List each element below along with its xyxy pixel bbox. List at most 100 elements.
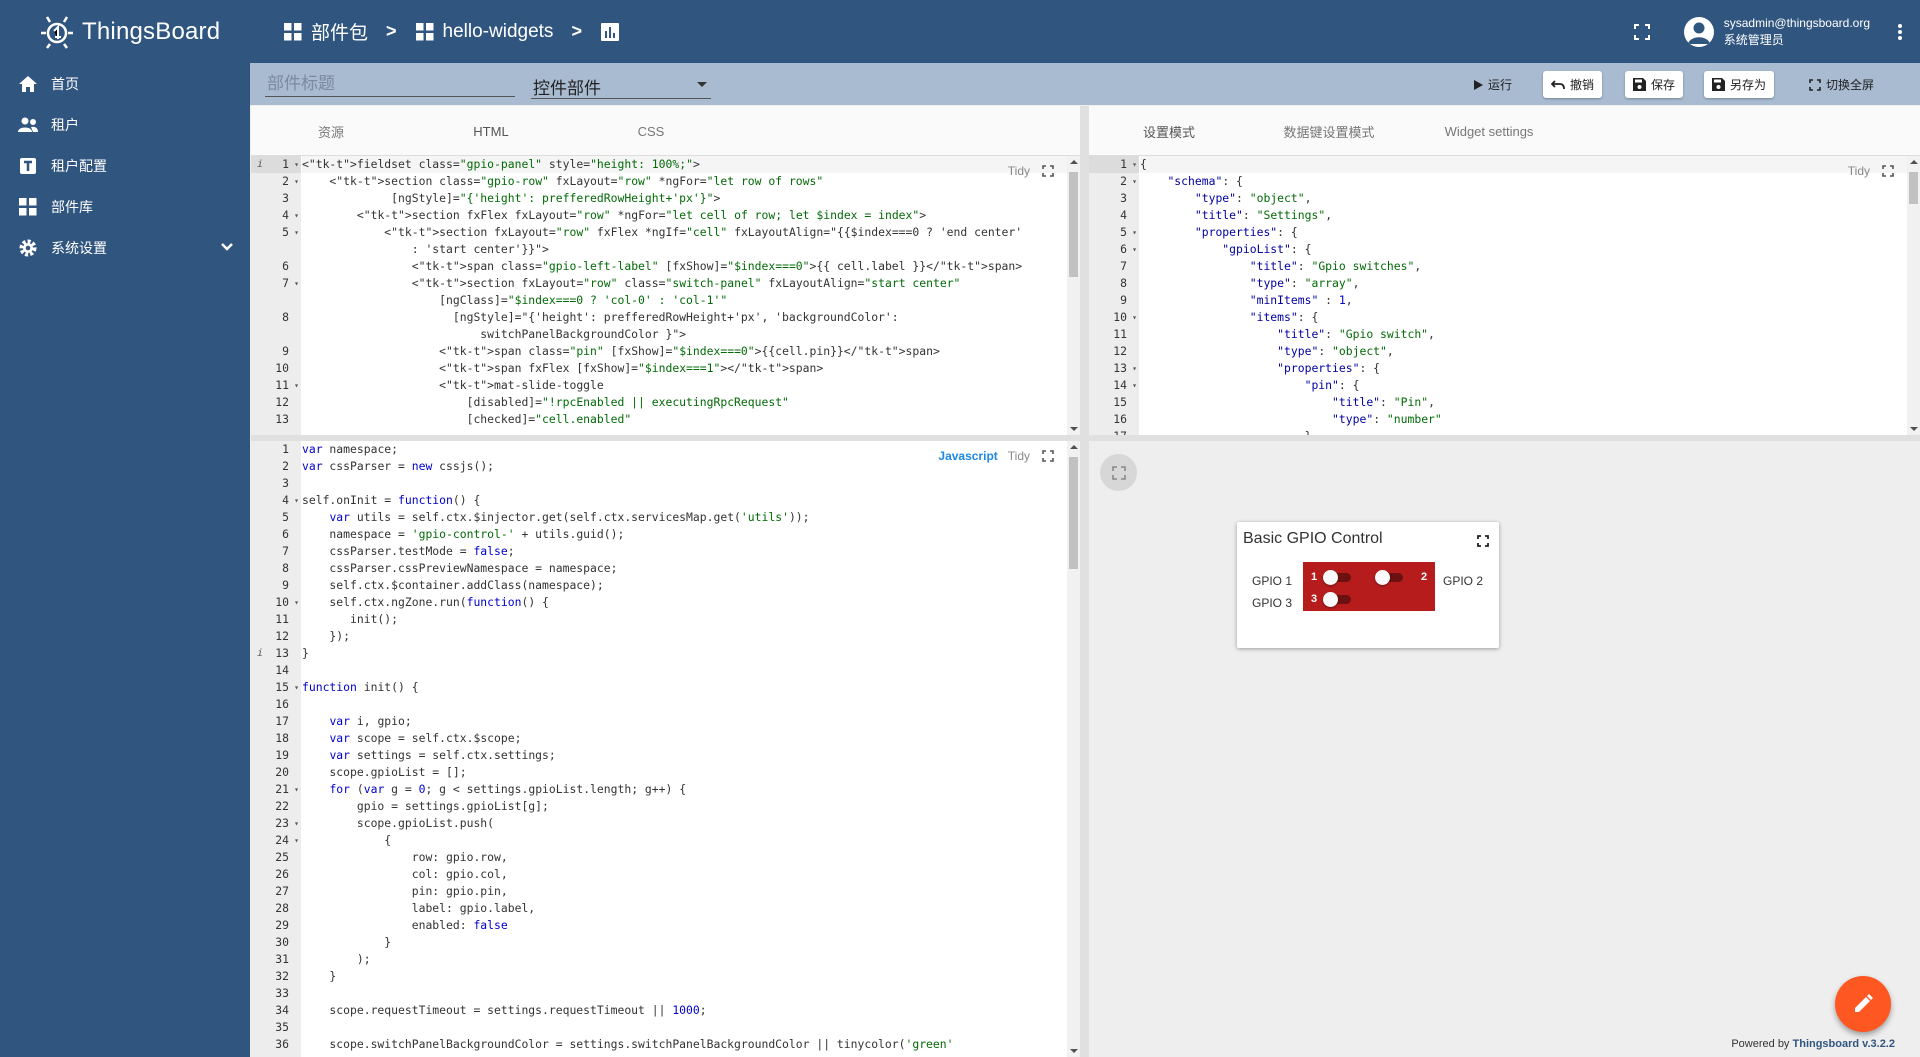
chevron-down-icon[interactable] <box>220 239 234 255</box>
fold-toggle-icon[interactable]: ▾ <box>294 156 299 173</box>
sidebar-item-widget-library[interactable]: 部件库 <box>0 186 250 227</box>
fullscreen-icon[interactable] <box>1882 165 1894 177</box>
html-editor[interactable]: 1 ▾ i 2 ▾ 3 4 ▾ 5 ▾ 6 7 ▾ 8 9 10 11 ▾ 12 13 <"tk-t">fieldse… <box>251 156 1080 435</box>
line-number: 26 <box>275 867 289 881</box>
vertical-scrollbar[interactable] <box>1907 156 1920 435</box>
undo-button[interactable]: 撤销 <box>1543 71 1603 98</box>
fullscreen-icon[interactable] <box>1042 165 1054 177</box>
vertical-splitter[interactable] <box>1080 106 1089 1057</box>
code-area[interactable]: var namespace; var cssParser = new cssjs(… <box>302 441 1067 1057</box>
fullscreen-icon[interactable] <box>1633 23 1650 40</box>
breadcrumb-widget[interactable] <box>600 22 628 42</box>
code-line: <"tk-t">section class="gpio-row" fxLayou… <box>302 174 824 188</box>
breadcrumb-widget-bundles[interactable]: 部件包 <box>283 18 368 45</box>
more-vert-icon[interactable] <box>1898 23 1902 40</box>
vertical-scrollbar[interactable] <box>1067 441 1080 1057</box>
line-number: 33 <box>275 986 289 1000</box>
sidebar-item-tenant-profiles[interactable]: 租户配置 <box>0 145 250 186</box>
fullscreen-icon[interactable] <box>1042 450 1054 462</box>
breadcrumb-bundle[interactable]: hello-widgets <box>415 21 553 43</box>
code-area[interactable]: { "schema": { "type": "object", "title":… <box>1140 156 1907 435</box>
logo[interactable]: ThingsBoard <box>0 0 250 63</box>
gear-icon <box>17 237 39 259</box>
scroll-down-arrow[interactable] <box>1910 427 1918 431</box>
line-number: 22 <box>275 799 289 813</box>
tab-settings-schema[interactable]: 设置模式 <box>1089 106 1249 156</box>
tab-widget-settings[interactable]: Widget settings <box>1409 106 1569 156</box>
code-line: <"tk-t">section fxLayout="row" class="sw… <box>302 276 961 290</box>
resources-html-css-panel: 资源 HTML CSS 1 ▾ i 2 ▾ 3 4 ▾ 5 ▾ 6 7 ▾ 8 9 10 11 ▾ 12 13 <"t… <box>251 106 1080 435</box>
fold-toggle-icon[interactable]: ▾ <box>1132 377 1137 394</box>
tab-html[interactable]: HTML <box>411 106 571 156</box>
settings-editor[interactable]: 1▾2▾3 4 5▾6▾7 8 9 10▾11 12 13▾14▾15 16 17 { "sche… <box>1089 156 1920 435</box>
fold-toggle-icon[interactable]: ▾ <box>294 679 299 696</box>
tidy-button[interactable]: Tidy <box>1008 164 1030 178</box>
scroll-down-arrow[interactable] <box>1070 1049 1078 1053</box>
scroll-up-arrow[interactable] <box>1910 160 1918 164</box>
fullscreen-icon[interactable] <box>1477 535 1489 547</box>
code-line: [disabled]="!rpcEnabled || executingRpcR… <box>302 395 789 409</box>
line-number: 7 <box>282 544 289 558</box>
line-gutter: 1 2 3 4 ▾ 5 6 7 8 9 10 ▾ 11 12 13 i 14 15 ▾ 16 17 18 19 20 21 ▾ 22… <box>251 441 301 1057</box>
gpio-toggle[interactable] <box>1323 570 1353 585</box>
fold-toggle-icon[interactable]: ▾ <box>1132 224 1137 241</box>
fold-toggle-icon[interactable]: ▾ <box>294 207 299 224</box>
run-button[interactable]: 运行 <box>1466 71 1520 98</box>
code-line: "title": "Settings", <box>1194 208 1333 222</box>
save-icon <box>1712 78 1725 91</box>
line-number <box>251 292 301 309</box>
user-info[interactable]: sysadmin@thingsboard.org 系统管理员 <box>1724 15 1870 49</box>
fold-toggle-icon[interactable]: ▾ <box>294 781 299 798</box>
fold-toggle-icon[interactable]: ▾ <box>1132 241 1137 258</box>
fold-toggle-icon[interactable]: ▾ <box>294 492 299 509</box>
fold-toggle-icon[interactable]: ▾ <box>1132 360 1137 377</box>
fold-toggle-icon[interactable]: ▾ <box>294 594 299 611</box>
preview-fullscreen-button[interactable] <box>1100 454 1137 491</box>
fold-toggle-icon[interactable]: ▾ <box>294 377 299 394</box>
tidy-button[interactable]: Tidy <box>1008 449 1030 463</box>
fold-toggle-icon[interactable]: ▾ <box>294 832 299 849</box>
fullscreen-icon <box>1111 465 1126 480</box>
fold-toggle-icon[interactable]: ▾ <box>294 275 299 292</box>
save-as-button[interactable]: 另存为 <box>1704 71 1775 98</box>
fold-toggle-icon[interactable]: ▾ <box>294 815 299 832</box>
code-line: } <box>302 935 392 949</box>
scroll-up-arrow[interactable] <box>1070 445 1078 449</box>
widget-type-select[interactable]: 控件部件 <box>531 71 711 99</box>
line-number: 9 <box>282 344 289 358</box>
tidy-button[interactable]: Tidy <box>1848 164 1870 178</box>
toggle-fullscreen-button[interactable]: 切换全屏 <box>1801 71 1882 98</box>
tab-resources[interactable]: 资源 <box>251 106 411 156</box>
fold-toggle-icon[interactable]: ▾ <box>294 224 299 241</box>
gpio-toggle[interactable] <box>1323 592 1353 607</box>
scroll-down-arrow[interactable] <box>1070 427 1078 431</box>
widgets-icon <box>415 22 435 42</box>
sidebar-item-home[interactable]: 首页 <box>0 63 250 104</box>
line-number: 34 <box>275 1003 289 1017</box>
fold-toggle-icon[interactable]: ▾ <box>1132 309 1137 326</box>
fold-toggle-icon[interactable]: ▾ <box>1132 173 1137 190</box>
javascript-editor[interactable]: 1 2 3 4 ▾ 5 6 7 8 9 10 ▾ 11 12 13 i 14 15 ▾ 16 17 18 19 20 21 ▾ 22… <box>251 441 1080 1057</box>
vertical-scrollbar[interactable] <box>1067 156 1080 435</box>
scroll-thumb[interactable] <box>1909 172 1918 204</box>
code-line: scope.requestTimeout = settings.requestT… <box>302 1003 707 1017</box>
avatar[interactable] <box>1683 16 1714 47</box>
line-number: 24 ▾ <box>275 832 299 849</box>
sidebar-item-tenants[interactable]: 租户 <box>0 104 250 145</box>
scroll-thumb[interactable] <box>1069 172 1078 277</box>
save-button[interactable]: 保存 <box>1625 71 1684 98</box>
scroll-thumb[interactable] <box>1069 457 1078 569</box>
tab-data-key-settings-schema[interactable]: 数据键设置模式 <box>1249 106 1409 156</box>
sidebar-item-system-settings[interactable]: 系统设置 <box>0 227 250 268</box>
widget-title-input[interactable] <box>265 71 515 97</box>
line-number: 23 ▾ <box>275 815 299 832</box>
scroll-up-arrow[interactable] <box>1070 160 1078 164</box>
code-area[interactable]: <"tk-t">fieldset class="gpio-panel" styl… <box>302 156 1067 435</box>
gpio-toggle[interactable] <box>1375 570 1405 585</box>
edit-fab-button[interactable] <box>1835 976 1891 1032</box>
version-link[interactable]: Thingsboard v.3.2.2 <box>1793 1038 1896 1050</box>
code-line: } <box>302 646 309 660</box>
tab-css[interactable]: CSS <box>571 106 731 156</box>
fold-toggle-icon[interactable]: ▾ <box>1132 156 1137 173</box>
fold-toggle-icon[interactable]: ▾ <box>294 173 299 190</box>
